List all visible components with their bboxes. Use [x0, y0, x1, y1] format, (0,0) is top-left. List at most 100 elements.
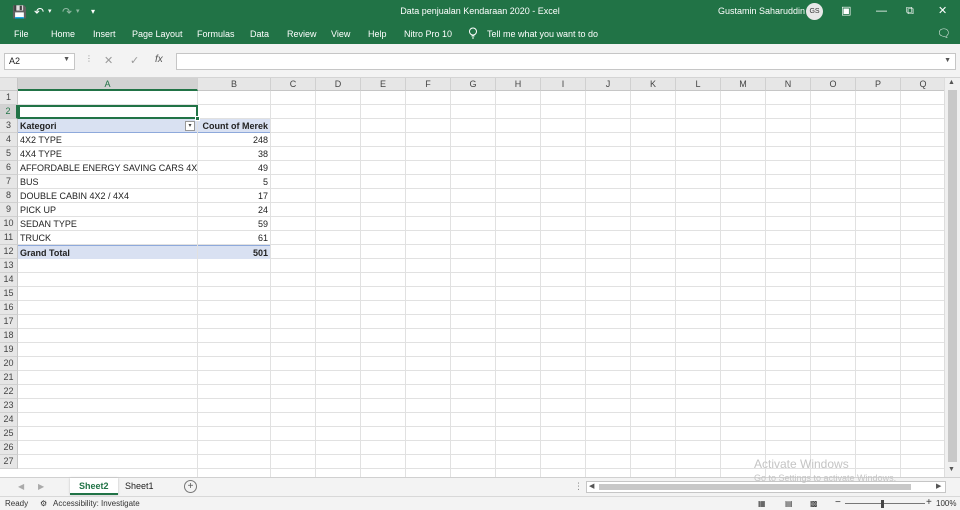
scroll-up-icon[interactable]: ▲	[948, 79, 955, 86]
row-header-5[interactable]: 5	[0, 147, 18, 161]
column-header-m[interactable]: M	[721, 78, 766, 91]
pivot-row-value[interactable]: 5	[198, 175, 270, 189]
fill-handle[interactable]	[195, 116, 200, 121]
pivot-row-value[interactable]: 61	[198, 231, 270, 245]
row-header-7[interactable]: 7	[0, 175, 18, 189]
horizontal-scroll-thumb[interactable]	[599, 484, 911, 490]
tab-splitter-icon[interactable]: ⋮	[574, 481, 583, 492]
column-header-a[interactable]: A	[18, 78, 198, 91]
filter-dropdown-icon[interactable]: ▾	[185, 121, 195, 131]
column-header-b[interactable]: B	[198, 78, 271, 91]
scroll-right-icon[interactable]: ▶	[936, 482, 941, 492]
row-header-16[interactable]: 16	[0, 301, 18, 315]
column-header-h[interactable]: H	[496, 78, 541, 91]
zoom-out-icon[interactable]: −	[835, 497, 841, 508]
tab-review[interactable]: Review	[287, 29, 317, 39]
comments-icon[interactable]: 🗨	[937, 27, 951, 40]
pivot-row-label[interactable]: 4X4 TYPE	[18, 147, 197, 161]
pivot-grand-total-label[interactable]: Grand Total	[18, 245, 197, 259]
pivot-row-value[interactable]: 248	[198, 133, 270, 147]
column-header-f[interactable]: F	[406, 78, 451, 91]
enter-icon[interactable]: ✓	[130, 54, 139, 67]
vertical-scrollbar[interactable]: ▲ ▼	[944, 78, 960, 477]
tab-data[interactable]: Data	[250, 29, 269, 39]
pivot-row-value[interactable]: 38	[198, 147, 270, 161]
column-header-n[interactable]: N	[766, 78, 811, 91]
column-header-j[interactable]: J	[586, 78, 631, 91]
row-header-8[interactable]: 8	[0, 189, 18, 203]
prev-sheet-icon[interactable]: ◀	[18, 482, 24, 491]
column-header-k[interactable]: K	[631, 78, 676, 91]
pivot-header-kategori[interactable]: Kategori ▾	[18, 119, 197, 133]
row-header-18[interactable]: 18	[0, 329, 18, 343]
chevron-down-icon[interactable]: ▼	[63, 56, 70, 63]
zoom-slider[interactable]	[845, 500, 925, 508]
column-header-l[interactable]: L	[676, 78, 721, 91]
tab-view[interactable]: View	[331, 29, 350, 39]
formula-input[interactable]: ▼	[176, 53, 956, 70]
pivot-row-value[interactable]: 24	[198, 203, 270, 217]
pivot-grand-total-value[interactable]: 501	[198, 245, 270, 259]
name-box[interactable]: A2 ▼	[4, 53, 75, 70]
accessibility-icon[interactable]: ⚙	[40, 499, 47, 508]
pivot-row-label[interactable]: SEDAN TYPE	[18, 217, 197, 231]
row-header-3[interactable]: 3	[0, 119, 18, 133]
zoom-slider-knob[interactable]	[881, 500, 884, 508]
row-header-12[interactable]: 12	[0, 245, 18, 259]
row-header-27[interactable]: 27	[0, 455, 18, 469]
row-header-9[interactable]: 9	[0, 203, 18, 217]
pivot-row-label[interactable]: PICK UP	[18, 203, 197, 217]
column-header-i[interactable]: I	[541, 78, 586, 91]
pivot-row-value[interactable]: 49	[198, 161, 270, 175]
next-sheet-icon[interactable]: ▶	[38, 482, 44, 491]
vertical-scroll-thumb[interactable]	[948, 90, 957, 462]
tab-nitro-pro[interactable]: Nitro Pro 10	[404, 29, 452, 39]
expand-formula-bar-icon[interactable]: ▼	[944, 57, 951, 64]
normal-view-icon[interactable]: ▦	[758, 499, 766, 508]
worksheet-grid[interactable]: Kategori ▾ Count of Merek 4X2 TYPE 248 4X4 TY…	[18, 91, 944, 477]
row-header-11[interactable]: 11	[0, 231, 18, 245]
tab-home[interactable]: Home	[51, 29, 75, 39]
accessibility-status[interactable]: Accessibility: Investigate	[53, 499, 140, 508]
scroll-down-icon[interactable]: ▼	[948, 466, 955, 473]
column-header-e[interactable]: E	[361, 78, 406, 91]
tell-me-search[interactable]: Tell me what you want to do	[487, 29, 598, 39]
tab-help[interactable]: Help	[368, 29, 387, 39]
sheet-tab-sheet1[interactable]: Sheet1	[116, 478, 163, 495]
column-header-p[interactable]: P	[856, 78, 901, 91]
pivot-row-value[interactable]: 59	[198, 217, 270, 231]
row-header-24[interactable]: 24	[0, 413, 18, 427]
row-header-26[interactable]: 26	[0, 441, 18, 455]
pivot-row-value[interactable]: 17	[198, 189, 270, 203]
insert-function-icon[interactable]: fx	[155, 54, 163, 65]
row-header-13[interactable]: 13	[0, 259, 18, 273]
sheet-tab-sheet2[interactable]: Sheet2	[70, 478, 118, 495]
tab-page-layout[interactable]: Page Layout	[132, 29, 183, 39]
user-name[interactable]: Gustamin Saharuddin	[718, 6, 805, 16]
row-header-19[interactable]: 19	[0, 343, 18, 357]
page-break-view-icon[interactable]: ▩	[810, 499, 818, 508]
tab-formulas[interactable]: Formulas	[197, 29, 235, 39]
select-all-corner[interactable]	[0, 78, 18, 91]
minimize-icon[interactable]: —	[876, 3, 887, 19]
row-header-15[interactable]: 15	[0, 287, 18, 301]
column-header-q[interactable]: Q	[901, 78, 946, 91]
row-header-23[interactable]: 23	[0, 399, 18, 413]
add-sheet-icon[interactable]: +	[184, 480, 197, 493]
pivot-row-label[interactable]: 4X2 TYPE	[18, 133, 197, 147]
row-header-1[interactable]: 1	[0, 91, 18, 105]
tab-file[interactable]: File	[14, 29, 29, 39]
row-header-2[interactable]: 2	[0, 105, 18, 119]
close-icon[interactable]: ✕	[938, 3, 947, 19]
zoom-in-icon[interactable]: +	[926, 497, 932, 508]
tab-insert[interactable]: Insert	[93, 29, 116, 39]
page-layout-view-icon[interactable]: ▤	[785, 499, 793, 508]
pivot-row-label[interactable]: BUS	[18, 175, 197, 189]
pivot-row-label[interactable]: AFFORDABLE ENERGY SAVING CARS 4X2	[18, 161, 197, 175]
column-header-c[interactable]: C	[271, 78, 316, 91]
zoom-level[interactable]: 100%	[936, 499, 956, 508]
restore-icon[interactable]: ⧉	[906, 3, 914, 19]
avatar[interactable]: GS	[806, 3, 823, 20]
pivot-row-label[interactable]: TRUCK	[18, 231, 197, 245]
row-header-25[interactable]: 25	[0, 427, 18, 441]
